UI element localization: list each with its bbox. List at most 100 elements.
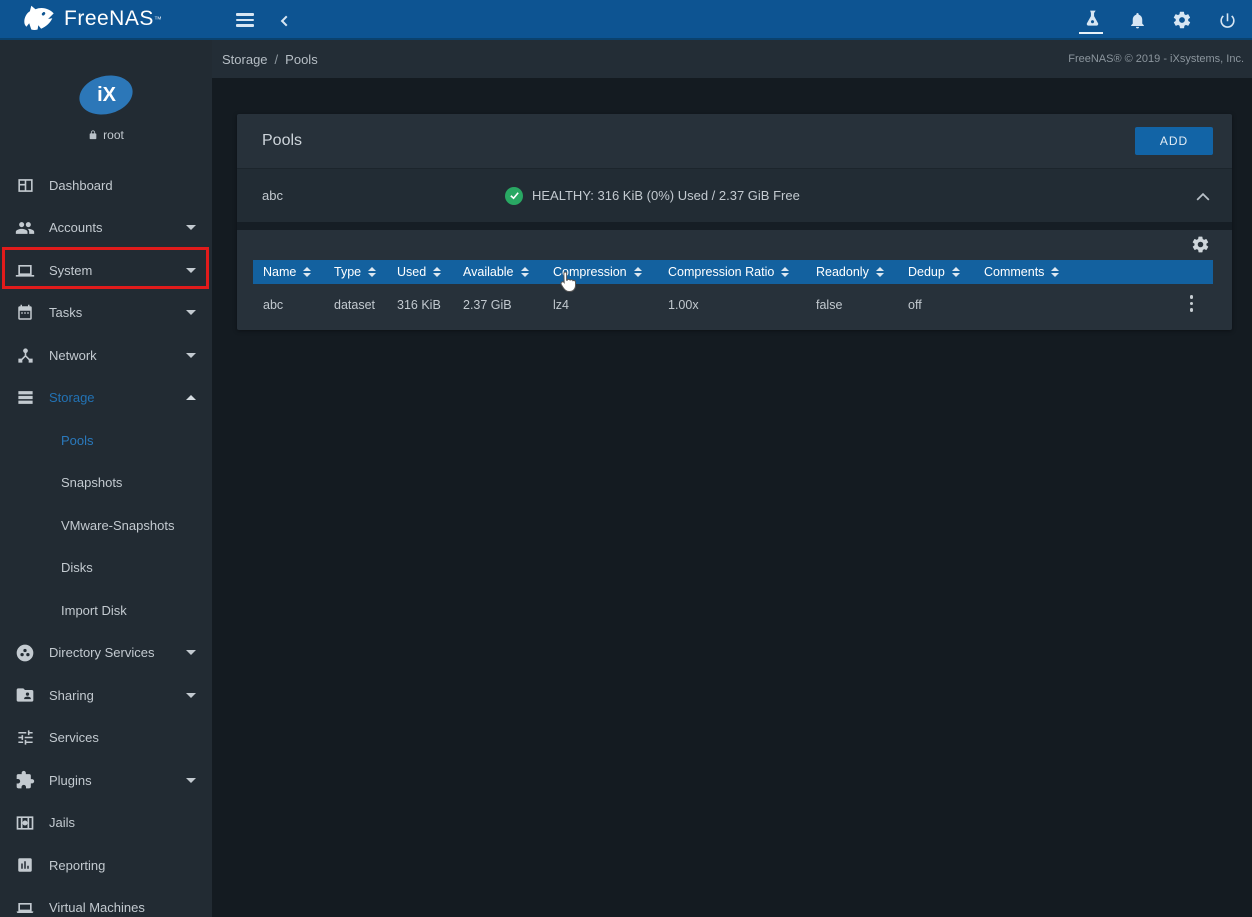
dashboard-icon: [14, 174, 36, 196]
brand-logo-zone[interactable]: FreeNAS ™: [0, 0, 212, 38]
sidebar-item-directory-services[interactable]: Directory Services: [0, 632, 212, 675]
task-manager-icon[interactable]: [1081, 9, 1103, 31]
sidebar-nav: iX root Dashboard Accounts System: [0, 40, 212, 917]
datasets-table: Name Type Used Available Compression Com…: [237, 230, 1232, 330]
sidebar-item-import-disk[interactable]: Import Disk: [0, 589, 212, 632]
sidebar-item-snapshots[interactable]: Snapshots: [0, 462, 212, 505]
breadcrumb: Storage / Pools FreeNAS® © 2019 - iXsyst…: [212, 40, 1252, 78]
tasks-calendar-icon: [14, 302, 36, 324]
healthy-check-icon: [505, 187, 523, 205]
vm-computer-icon: [14, 897, 36, 917]
column-header-type[interactable]: Type: [324, 265, 387, 279]
settings-gear-icon[interactable]: [1171, 9, 1193, 31]
card-divider-gap: [237, 222, 1232, 230]
sidebar-item-dashboard[interactable]: Dashboard: [0, 164, 212, 207]
sidebar-item-services[interactable]: Services: [0, 717, 212, 760]
table-header-row: Name Type Used Available Compression Com…: [253, 260, 1213, 284]
breadcrumb-section[interactable]: Storage: [222, 52, 268, 67]
sort-icon: [781, 267, 789, 277]
sort-icon: [952, 267, 960, 277]
column-header-used[interactable]: Used: [387, 265, 453, 279]
brand-trademark: ™: [154, 15, 162, 24]
network-hub-icon: [14, 344, 36, 366]
column-header-compression[interactable]: Compression: [543, 265, 658, 279]
collapse-nav-icon[interactable]: [274, 10, 296, 32]
logged-in-user: root: [88, 128, 124, 142]
copyright-text: FreeNAS® © 2019 - iXsystems, Inc.: [1068, 53, 1244, 65]
storage-stack-icon: [14, 387, 36, 409]
freenas-app: FreeNAS ™ iX: [0, 0, 1252, 917]
collapse-pool-icon[interactable]: [1196, 189, 1210, 207]
column-header-comments[interactable]: Comments: [974, 265, 1213, 279]
chevron-down-icon: [186, 225, 196, 230]
table-toolbar: [253, 230, 1213, 260]
chevron-down-icon: [186, 353, 196, 358]
column-header-dedup[interactable]: Dedup: [898, 265, 974, 279]
cell-type: dataset: [324, 298, 387, 312]
add-pool-button[interactable]: ADD: [1135, 127, 1213, 155]
sidebar-item-pools[interactable]: Pools: [0, 419, 212, 462]
jails-cell-icon: [14, 812, 36, 834]
sidebar-item-sharing[interactable]: Sharing: [0, 674, 212, 717]
column-settings-gear-icon[interactable]: [1191, 235, 1211, 255]
chevron-up-icon: [186, 395, 196, 400]
sharing-folder-icon: [14, 684, 36, 706]
cell-compression: lz4: [543, 298, 658, 312]
breadcrumb-separator: /: [275, 52, 279, 67]
topbar-actions: [1081, 0, 1238, 40]
main-panel: Pools ADD abc HEALTHY: 316 KiB (0%) Used…: [212, 78, 1252, 917]
pools-card: Pools ADD abc HEALTHY: 316 KiB (0%) Used…: [237, 114, 1232, 330]
power-icon[interactable]: [1216, 9, 1238, 31]
sidebar-item-reporting[interactable]: Reporting: [0, 844, 212, 887]
column-header-compression-ratio[interactable]: Compression Ratio: [658, 265, 806, 279]
cell-available: 2.37 GiB: [453, 298, 543, 312]
breadcrumb-page[interactable]: Pools: [285, 52, 318, 67]
system-laptop-icon: [14, 259, 36, 281]
pools-card-header: Pools ADD: [237, 114, 1232, 168]
sort-icon: [433, 267, 441, 277]
top-app-bar: FreeNAS ™: [0, 0, 1252, 40]
column-header-name[interactable]: Name: [253, 265, 324, 279]
sidebar-item-jails[interactable]: Jails: [0, 802, 212, 845]
sidebar-item-network[interactable]: Network: [0, 334, 212, 377]
cell-used: 316 KiB: [387, 298, 453, 312]
brand-name: FreeNAS: [64, 7, 154, 31]
column-header-available[interactable]: Available: [453, 265, 543, 279]
sidebar-item-system[interactable]: System: [0, 249, 212, 292]
user-profile-block: iX root: [0, 40, 212, 164]
sort-icon: [368, 267, 376, 277]
sort-icon: [303, 267, 311, 277]
notifications-bell-icon[interactable]: [1126, 9, 1148, 31]
chevron-down-icon: [186, 693, 196, 698]
sidebar-item-disks[interactable]: Disks: [0, 547, 212, 590]
sidebar-item-accounts[interactable]: Accounts: [0, 207, 212, 250]
directory-services-icon: [14, 642, 36, 664]
ix-systems-logo: iX: [75, 70, 137, 120]
chevron-down-icon: [186, 310, 196, 315]
sidebar-item-virtual-machines[interactable]: Virtual Machines: [0, 887, 212, 917]
cell-compression-ratio: 1.00x: [658, 298, 806, 312]
column-header-readonly[interactable]: Readonly: [806, 265, 898, 279]
chevron-down-icon: [186, 650, 196, 655]
sort-icon: [876, 267, 884, 277]
cell-dedup: off: [898, 298, 974, 312]
menu-toggle-icon[interactable]: [236, 10, 254, 30]
sidebar-item-storage[interactable]: Storage: [0, 377, 212, 420]
content-area: Storage / Pools FreeNAS® © 2019 - iXsyst…: [212, 40, 1252, 917]
page-title: Pools: [262, 132, 302, 150]
sidebar-item-plugins[interactable]: Plugins: [0, 759, 212, 802]
accounts-people-icon: [14, 217, 36, 239]
ix-logo-text: iX: [97, 84, 116, 107]
services-tune-icon: [14, 727, 36, 749]
sidebar-item-tasks[interactable]: Tasks: [0, 292, 212, 335]
table-row[interactable]: abc dataset 316 KiB 2.37 GiB lz4 1.00x f…: [253, 284, 1213, 326]
chevron-down-icon: [186, 778, 196, 783]
freenas-shark-icon: [22, 5, 56, 33]
sidebar-item-vmware-snapshots[interactable]: VMware-Snapshots: [0, 504, 212, 547]
nav-list: Dashboard Accounts System Tasks Network: [0, 164, 212, 917]
lock-icon: [88, 129, 98, 141]
cell-readonly: false: [806, 298, 898, 312]
pool-expansion-row[interactable]: abc HEALTHY: 316 KiB (0%) Used / 2.37 Gi…: [237, 168, 1232, 222]
sort-icon: [521, 267, 529, 277]
row-actions-kebab-icon[interactable]: [1186, 295, 1198, 312]
